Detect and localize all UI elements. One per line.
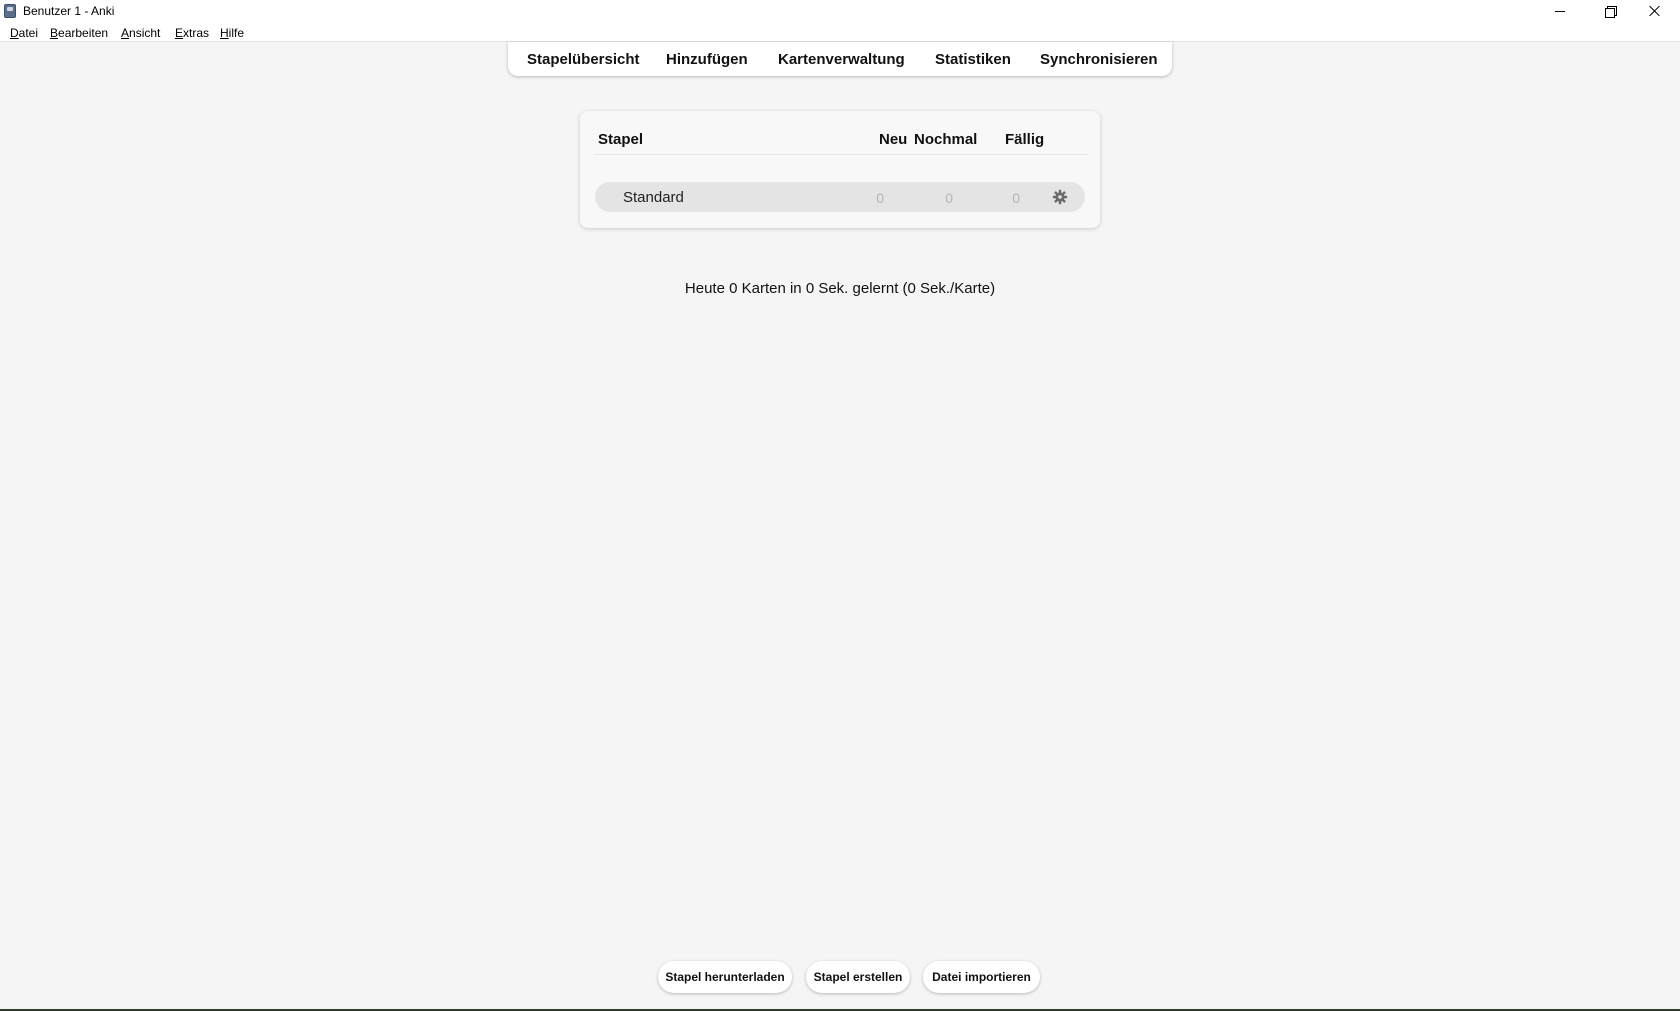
deck-list-panel: Stapel Neu Nochmal Fällig Standard 0 0 0 <box>580 111 1100 228</box>
create-deck-button[interactable]: Stapel erstellen <box>806 961 910 993</box>
study-stats-text: Heute 0 Karten in 0 Sek. gelernt (0 Sek.… <box>684 280 996 297</box>
learn-column-header: Nochmal <box>914 131 978 148</box>
menu-hilfe[interactable]: Hilfe <box>220 26 244 40</box>
restore-icon <box>1605 6 1617 18</box>
close-button[interactable] <box>1632 0 1678 22</box>
header-divider <box>594 154 1088 155</box>
close-icon <box>1649 5 1661 17</box>
toolbar-browse-link[interactable]: Kartenverwaltung <box>778 51 905 68</box>
toolbar-sync-link[interactable]: Synchronisieren <box>1040 51 1158 68</box>
anki-app-icon <box>4 4 16 18</box>
main-toolbar: Stapelübersicht Hinzufügen Kartenverwalt… <box>508 42 1172 76</box>
menu-extras[interactable]: Extras <box>175 26 209 40</box>
minimize-icon <box>1555 10 1565 12</box>
toolbar-decks-link[interactable]: Stapelübersicht <box>527 51 640 68</box>
window-title: Benutzer 1 - Anki <box>23 4 115 18</box>
deck-column-header: Stapel <box>598 131 644 148</box>
deck-new-count[interactable]: 0 <box>864 190 884 206</box>
minimize-button[interactable] <box>1537 0 1583 22</box>
deck-due-count[interactable]: 0 <box>1000 190 1020 206</box>
due-column-header: Fällig <box>1005 131 1045 148</box>
import-file-button[interactable]: Datei importieren <box>923 961 1040 993</box>
deck-name[interactable]: Standard <box>623 189 684 206</box>
menu-bar: Datei Bearbeiten Ansicht Extras Hilfe <box>0 22 1680 42</box>
deck-learn-count[interactable]: 0 <box>933 190 953 206</box>
menu-datei[interactable]: Datei <box>10 26 38 40</box>
toolbar-add-link[interactable]: Hinzufügen <box>666 51 748 68</box>
title-bar: Benutzer 1 - Anki <box>0 0 1680 22</box>
restore-button[interactable] <box>1587 0 1633 22</box>
deck-row-standard[interactable]: Standard 0 0 0 <box>595 182 1085 212</box>
gear-icon[interactable] <box>1052 189 1068 205</box>
menu-bearbeiten[interactable]: Bearbeiten <box>50 26 108 40</box>
download-decks-button[interactable]: Stapel herunterladen <box>658 961 792 993</box>
menu-ansicht[interactable]: Ansicht <box>121 26 160 40</box>
toolbar-stats-link[interactable]: Statistiken <box>935 51 1011 68</box>
new-column-header: Neu <box>879 131 908 148</box>
